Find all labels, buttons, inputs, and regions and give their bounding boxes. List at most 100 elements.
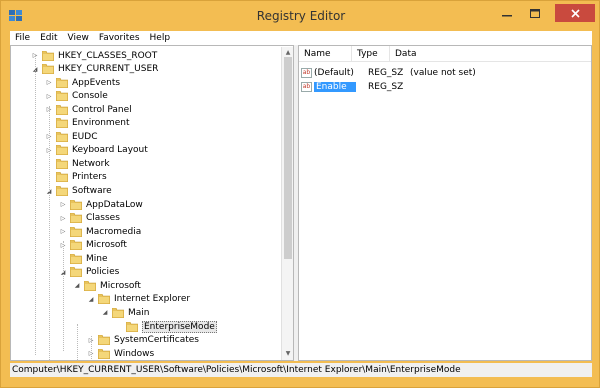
registry-editor-window: Registry Editor File Edit View Favorites… xyxy=(0,0,600,388)
folder-icon xyxy=(56,186,68,196)
tree-node[interactable]: ▷ Control Panel xyxy=(45,103,132,116)
folder-icon xyxy=(56,172,68,183)
column-header-type[interactable]: Type xyxy=(352,46,390,62)
folder-icon xyxy=(70,213,82,224)
tree-node[interactable]: ◢ Main xyxy=(101,306,150,319)
tree-node[interactable]: ◢ Policies xyxy=(59,266,119,279)
tree-vertical-scrollbar[interactable]: ▲ ▼ xyxy=(281,47,293,360)
folder-icon xyxy=(56,145,68,156)
tree-node-label: Control Panel xyxy=(72,104,132,115)
menu-edit[interactable]: Edit xyxy=(35,33,62,43)
tree-node[interactable]: ▷ EUDC xyxy=(45,130,98,143)
minimize-icon xyxy=(502,15,512,17)
maximize-button[interactable] xyxy=(521,4,549,22)
collapsed-arrow-icon[interactable]: ▷ xyxy=(45,93,53,100)
folder-icon xyxy=(56,158,68,169)
value-type: REG_SZ xyxy=(368,81,404,92)
tree-node-label: Printers xyxy=(72,172,107,183)
folder-icon xyxy=(70,267,82,278)
collapsed-arrow-icon[interactable]: ▷ xyxy=(45,79,53,86)
menu-file[interactable]: File xyxy=(10,33,35,43)
tree-node[interactable]: Environment xyxy=(45,117,129,130)
folder-icon xyxy=(70,240,82,251)
tree-node-label: Software xyxy=(72,186,112,196)
tree-node[interactable]: ▷ Keyboard Layout xyxy=(45,144,148,157)
tree-node[interactable]: EnterpriseMode xyxy=(115,320,217,333)
scroll-down-icon[interactable]: ▼ xyxy=(282,348,293,360)
tree-node[interactable]: ◢ Microsoft xyxy=(73,279,141,292)
tree-node[interactable]: ◢ Software xyxy=(45,185,112,198)
values-list-pane[interactable]: Name Type Data ab (Default) REG_SZ (valu… xyxy=(298,45,592,361)
folder-icon xyxy=(56,104,68,115)
folder-icon xyxy=(42,64,54,75)
key-tree-pane[interactable]: ▲ ▼ ▷ HKEY_CLASSES_ROOT ◢ HKEY_CURRENT_USER… xyxy=(10,45,294,361)
tree-node-label: Network xyxy=(72,158,110,169)
maximize-icon xyxy=(530,8,540,18)
collapsed-arrow-icon[interactable]: ▷ xyxy=(59,215,67,222)
title-bar[interactable]: Registry Editor xyxy=(1,1,600,31)
tree-connector-line xyxy=(77,324,78,360)
column-header-name[interactable]: Name xyxy=(299,46,352,62)
string-value-icon: ab xyxy=(301,67,312,78)
tree-node[interactable]: Network xyxy=(45,157,110,170)
folder-icon xyxy=(56,131,68,142)
tree-node[interactable]: ▷ Macromedia xyxy=(59,225,141,238)
menu-help[interactable]: Help xyxy=(145,33,176,43)
tree-node[interactable]: ◢ HKEY_CURRENT_USER xyxy=(31,63,158,76)
column-header-data[interactable]: Data xyxy=(390,46,591,62)
tree-node[interactable]: ▷ Windows xyxy=(87,347,154,360)
tree-node-label: HKEY_CURRENT_USER xyxy=(58,64,159,75)
tree-node-label: Policies xyxy=(86,267,120,278)
value-row-default[interactable]: ab (Default) REG_SZ (value not set) xyxy=(301,66,476,79)
tree-node-label: AppEvents xyxy=(72,77,121,88)
tree-node-label: Keyboard Layout xyxy=(72,145,148,156)
folder-icon xyxy=(56,118,68,129)
tree-node[interactable]: ▷ Console xyxy=(45,90,108,103)
list-header: Name Type Data xyxy=(299,46,591,62)
tree-node-label: Macromedia xyxy=(86,226,142,237)
collapsed-arrow-icon[interactable]: ▷ xyxy=(59,228,67,235)
value-name: Enable xyxy=(314,81,356,92)
folder-icon xyxy=(112,307,124,318)
tree-node-label: SystemCertificates xyxy=(114,335,199,346)
folder-icon xyxy=(70,253,82,264)
tree-node-label: Main xyxy=(128,307,150,318)
tree-node-label: Microsoft xyxy=(100,280,141,291)
tree-node[interactable]: ▷ Microsoft xyxy=(59,239,127,252)
tree-connector-line xyxy=(91,336,92,360)
tree-node[interactable]: ◢ Internet Explorer xyxy=(87,293,190,306)
tree-node-label: Environment xyxy=(72,118,130,129)
expanded-arrow-icon[interactable]: ◢ xyxy=(87,296,95,303)
folder-icon xyxy=(56,77,68,88)
menu-view[interactable]: View xyxy=(63,33,94,43)
tree-node-label: Internet Explorer xyxy=(114,294,191,305)
value-type: REG_SZ xyxy=(368,67,404,78)
tree-node[interactable]: ▷ SystemCertificates xyxy=(87,334,199,347)
close-icon xyxy=(570,8,580,18)
tree-connector-line xyxy=(63,241,64,351)
tree-connector-line xyxy=(35,55,36,355)
collapsed-arrow-icon[interactable]: ▷ xyxy=(59,201,67,208)
tree-node-label: Microsoft xyxy=(86,240,127,251)
expanded-arrow-icon[interactable]: ◢ xyxy=(73,282,81,289)
folder-icon xyxy=(56,91,68,102)
menu-favorites[interactable]: Favorites xyxy=(94,33,145,43)
tree-node[interactable]: ▷ HKEY_CLASSES_ROOT xyxy=(31,49,157,62)
string-value-icon: ab xyxy=(301,81,312,92)
tree-node[interactable]: ▷ AppDataLow xyxy=(59,198,143,211)
value-row-enable[interactable]: ab Enable REG_SZ xyxy=(301,80,410,93)
tree-node[interactable]: ▷ AppEvents xyxy=(45,76,120,89)
tree-node-label: AppDataLow xyxy=(86,199,143,210)
tree-node[interactable]: ▷ Classes xyxy=(59,212,120,225)
menu-bar: File Edit View Favorites Help xyxy=(10,31,592,45)
tree-node[interactable]: Mine xyxy=(59,252,108,265)
expanded-arrow-icon[interactable]: ◢ xyxy=(101,309,109,316)
value-name: (Default) xyxy=(314,67,354,78)
minimize-button[interactable] xyxy=(493,4,521,22)
status-bar: Computer\HKEY_CURRENT_USER\Software\Poli… xyxy=(10,363,592,377)
close-button[interactable] xyxy=(555,4,595,22)
scrollbar-thumb[interactable] xyxy=(284,57,292,259)
folder-icon xyxy=(70,226,82,237)
tree-node-label: Console xyxy=(72,91,108,102)
tree-node[interactable]: Printers xyxy=(45,171,107,184)
